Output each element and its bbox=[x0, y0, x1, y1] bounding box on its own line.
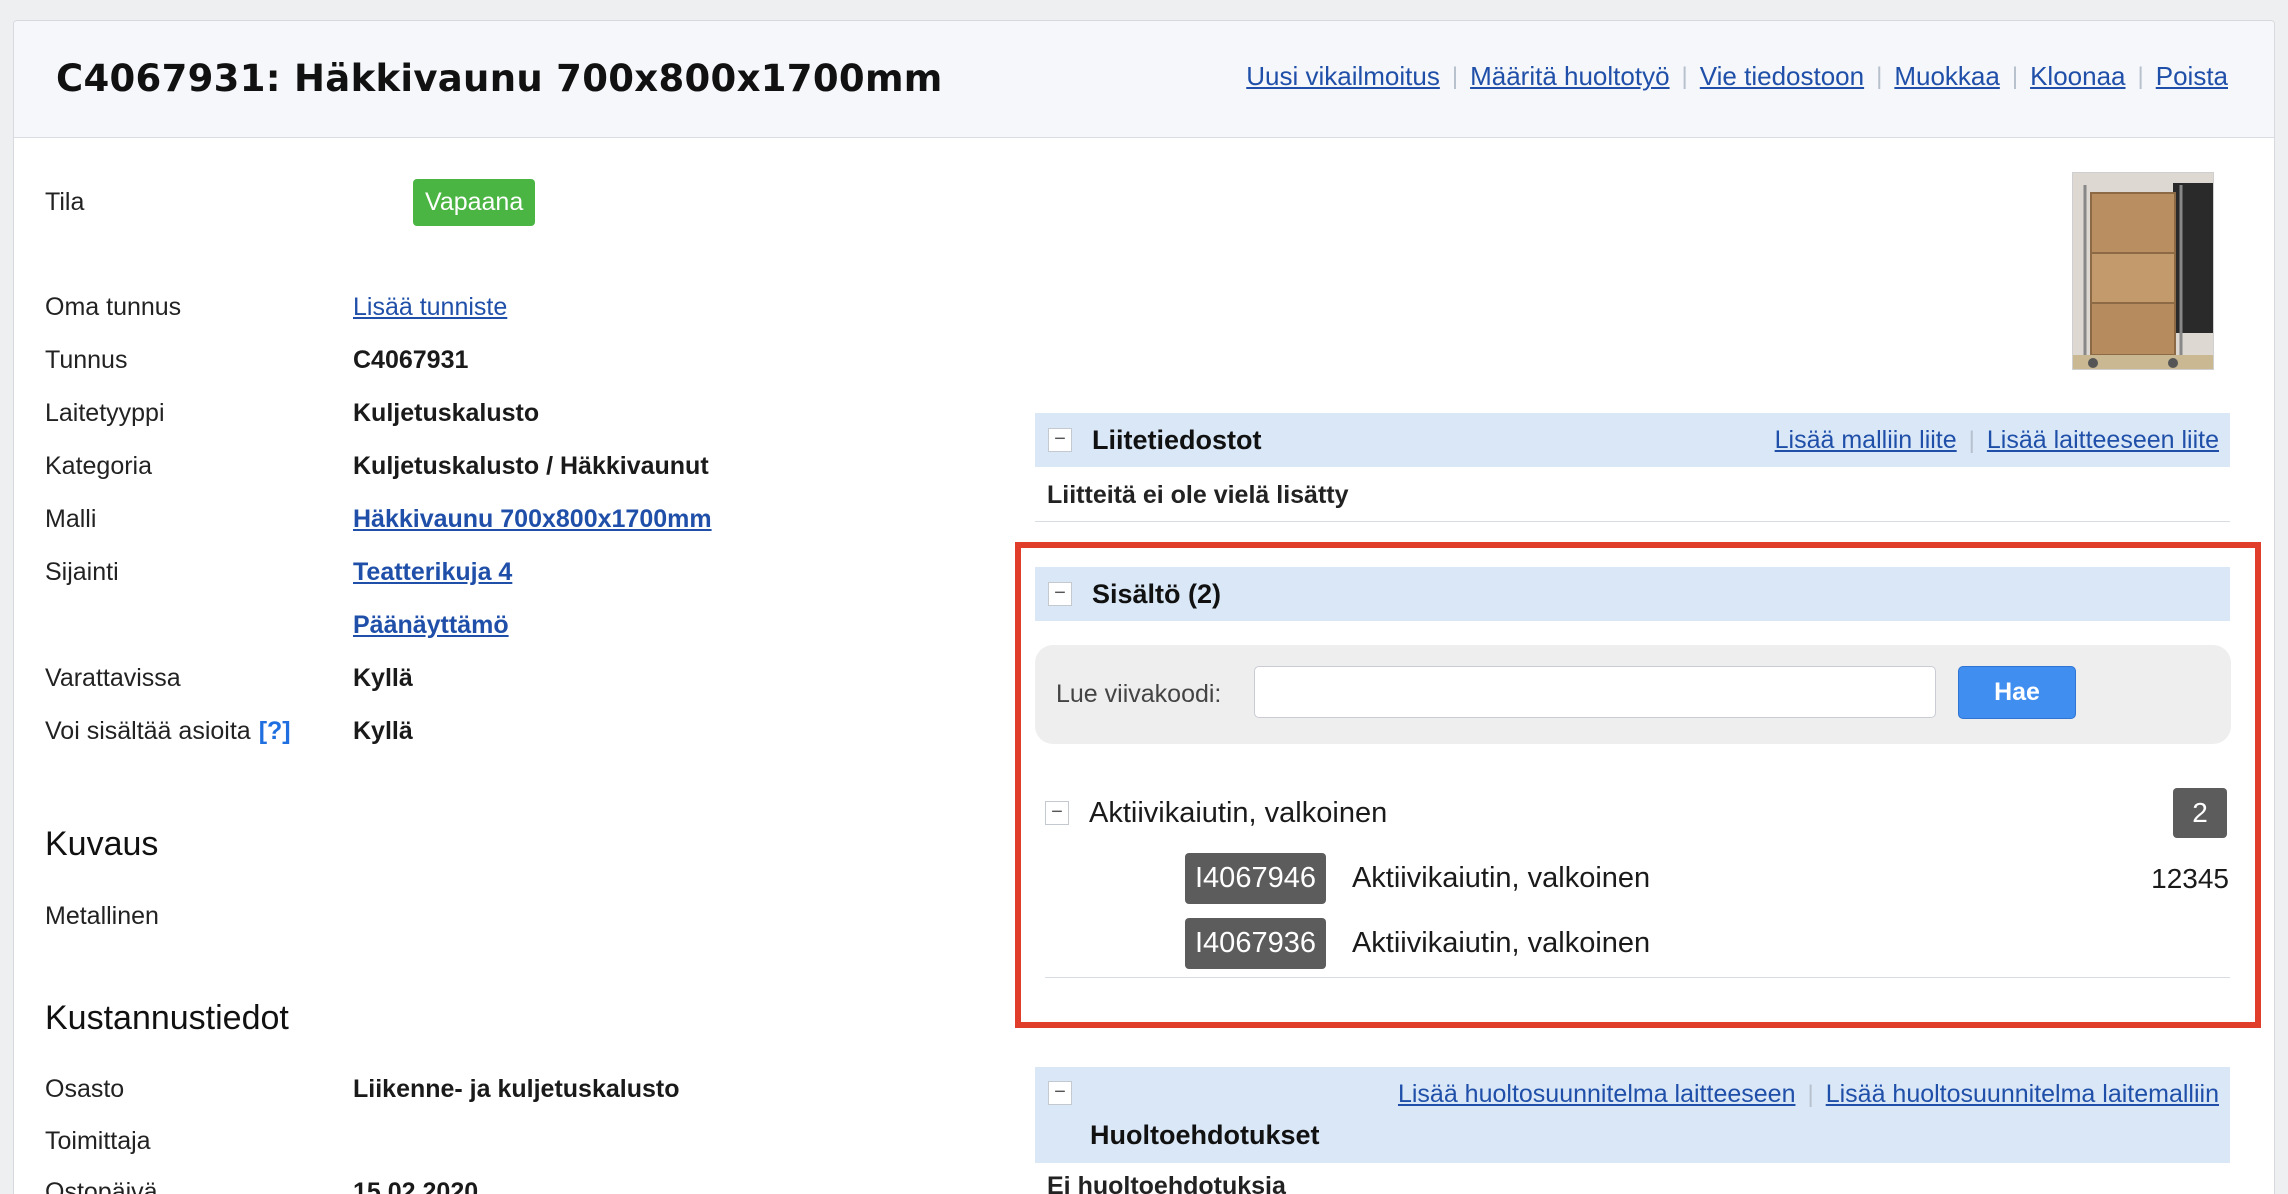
divider bbox=[1035, 521, 2230, 522]
add-tag-link[interactable]: Lisää tunniste bbox=[353, 293, 507, 322]
list-item[interactable]: I4067946 Aktiivikaiutin, valkoinen 12345 bbox=[1185, 853, 2229, 904]
item-tag[interactable]: I4067946 bbox=[1185, 853, 1326, 904]
location-link[interactable]: Teatterikuja 4 bbox=[353, 558, 512, 587]
location-label: Sijainti bbox=[45, 558, 119, 586]
collapse-icon[interactable]: − bbox=[1048, 582, 1072, 606]
contents-title: Sisältö (2) bbox=[1092, 578, 1222, 609]
status-row: Tila Vapaana bbox=[45, 176, 536, 228]
contains-value: Kyllä bbox=[353, 717, 413, 745]
category-row: Kategoria Kuljetuskalusto / Häkkivaunut bbox=[45, 452, 709, 481]
id-row: Tunnus C4067931 bbox=[45, 346, 468, 375]
collapse-icon[interactable]: − bbox=[1048, 1081, 1072, 1105]
contains-label: Voi sisältää asioita [?] bbox=[45, 717, 291, 745]
search-button[interactable]: Hae bbox=[1958, 666, 2076, 719]
item-tag[interactable]: I4067936 bbox=[1185, 918, 1326, 969]
attachments-title: Liitetiedostot bbox=[1092, 424, 1262, 455]
reservable-label: Varattavissa bbox=[45, 664, 181, 692]
department-label: Osasto bbox=[45, 1075, 125, 1103]
collapse-icon[interactable]: − bbox=[1048, 428, 1072, 452]
device-photo[interactable] bbox=[2072, 172, 2214, 370]
page-header: C4067931: Häkkivaunu 700x800x1700mm Uusi… bbox=[14, 21, 2274, 138]
maintenance-header: − Huoltoehdotukset Lisää huoltosuunnitel… bbox=[1035, 1067, 2230, 1163]
purchase-date-label: Ostopäivä bbox=[45, 1178, 158, 1194]
export-link[interactable]: Vie tiedostoon bbox=[1700, 61, 1864, 92]
department-value: Liikenne- ja kuljetuskalusto bbox=[353, 1075, 680, 1103]
clone-link[interactable]: Kloonaa bbox=[2030, 61, 2125, 92]
item-extra: 12345 bbox=[2151, 862, 2229, 894]
own-id-row: Oma tunnus Lisää tunniste bbox=[45, 293, 507, 322]
department-row: Osasto Liikenne- ja kuljetuskalusto bbox=[45, 1075, 679, 1104]
separator: | bbox=[2137, 62, 2144, 90]
reservable-row: Varattavissa Kyllä bbox=[45, 664, 413, 693]
type-row: Laitetyyppi Kuljetuskalusto bbox=[45, 399, 539, 428]
maintenance-empty-text: Ei huoltoehdotuksia bbox=[1047, 1172, 1286, 1194]
category-label: Kategoria bbox=[45, 452, 153, 480]
attachments-header: − Liitetiedostot Lisää malliin liite | L… bbox=[1035, 413, 2230, 467]
supplier-label: Toimittaja bbox=[45, 1127, 151, 1155]
list-item[interactable]: I4067936 Aktiivikaiutin, valkoinen bbox=[1185, 918, 2229, 969]
item-name: Aktiivikaiutin, valkoinen bbox=[1351, 927, 1651, 959]
add-plan-model-link[interactable]: Lisää huoltosuunnitelma laitemalliin bbox=[1826, 1080, 2219, 1109]
category-value: Kuljetuskalusto / Häkkivaunut bbox=[353, 452, 709, 480]
add-device-attachment-link[interactable]: Lisää laitteeseen liite bbox=[1987, 426, 2219, 455]
location-sub-row: Päänäyttämö bbox=[45, 611, 509, 640]
barcode-input[interactable] bbox=[1254, 666, 1936, 718]
supplier-row: Toimittaja bbox=[45, 1127, 353, 1156]
purchase-date-row: Ostopäivä 15.02.2020 bbox=[45, 1178, 478, 1194]
page-title: C4067931: Häkkivaunu 700x800x1700mm bbox=[56, 57, 943, 100]
content-count-badge: 2 bbox=[2173, 788, 2227, 838]
id-value: C4067931 bbox=[353, 346, 469, 374]
model-link[interactable]: Häkkivaunu 700x800x1700mm bbox=[353, 505, 712, 534]
model-label: Malli bbox=[45, 505, 97, 533]
location-sub-link[interactable]: Päänäyttämö bbox=[353, 611, 509, 640]
description-heading: Kuvaus bbox=[45, 825, 159, 863]
separator: | bbox=[1681, 62, 1688, 90]
status-badge: Vapaana bbox=[413, 178, 536, 226]
maintenance-links: Lisää huoltosuunnitelma laitteeseen | Li… bbox=[1398, 1080, 2219, 1109]
add-plan-device-link[interactable]: Lisää huoltosuunnitelma laitteeseen bbox=[1398, 1080, 1796, 1109]
add-model-attachment-link[interactable]: Lisää malliin liite bbox=[1775, 426, 1957, 455]
content-group-row: − Aktiivikaiutin, valkoinen 2 bbox=[1045, 788, 2227, 838]
edit-link[interactable]: Muokkaa bbox=[1894, 61, 2000, 92]
id-label: Tunnus bbox=[45, 346, 128, 374]
separator: | bbox=[1451, 62, 1459, 90]
device-photo-image bbox=[2073, 173, 2213, 369]
model-row: Malli Häkkivaunu 700x800x1700mm bbox=[45, 505, 712, 534]
type-value: Kuljetuskalusto bbox=[353, 399, 540, 427]
type-label: Laitetyyppi bbox=[45, 399, 165, 427]
maintenance-title: Huoltoehdotukset bbox=[1090, 1120, 1320, 1150]
status-label: Tila bbox=[45, 187, 85, 216]
assign-maintenance-link[interactable]: Määritä huoltotyö bbox=[1470, 61, 1669, 92]
reservable-value: Kyllä bbox=[353, 664, 413, 692]
item-name: Aktiivikaiutin, valkoinen bbox=[1351, 862, 1651, 894]
content-group-title: Aktiivikaiutin, valkoinen bbox=[1089, 796, 1388, 829]
collapse-icon[interactable]: − bbox=[1045, 801, 1069, 825]
new-fault-report-link[interactable]: Uusi vikailmoitus bbox=[1246, 61, 1440, 92]
delete-link[interactable]: Poista bbox=[2156, 61, 2228, 92]
barcode-label: Lue viivakoodi: bbox=[1056, 680, 1222, 708]
separator: | bbox=[1968, 426, 1975, 454]
header-actions: Uusi vikailmoitus | Määritä huoltotyö | … bbox=[1246, 61, 2228, 92]
location-row: Sijainti Teatterikuja 4 bbox=[45, 558, 512, 587]
barcode-scan-box: Lue viivakoodi: Hae bbox=[1035, 645, 2231, 744]
attachments-empty-text: Liitteitä ei ole vielä lisätty bbox=[1047, 481, 1349, 509]
help-icon[interactable]: [?] bbox=[259, 717, 291, 745]
attachments-links: Lisää malliin liite | Lisää laitteeseen … bbox=[1775, 426, 2219, 455]
contents-header: − Sisältö (2) bbox=[1035, 567, 2230, 621]
separator: | bbox=[2011, 62, 2019, 90]
purchase-date-value: 15.02.2020 bbox=[353, 1178, 479, 1194]
own-id-label: Oma tunnus bbox=[45, 293, 182, 321]
contains-row: Voi sisältää asioita [?] Kyllä bbox=[45, 717, 413, 746]
separator: | bbox=[1876, 62, 1883, 90]
divider bbox=[1045, 977, 2230, 978]
description-text: Metallinen bbox=[45, 902, 159, 930]
separator: | bbox=[1807, 1080, 1814, 1108]
costs-heading: Kustannustiedot bbox=[45, 999, 289, 1037]
